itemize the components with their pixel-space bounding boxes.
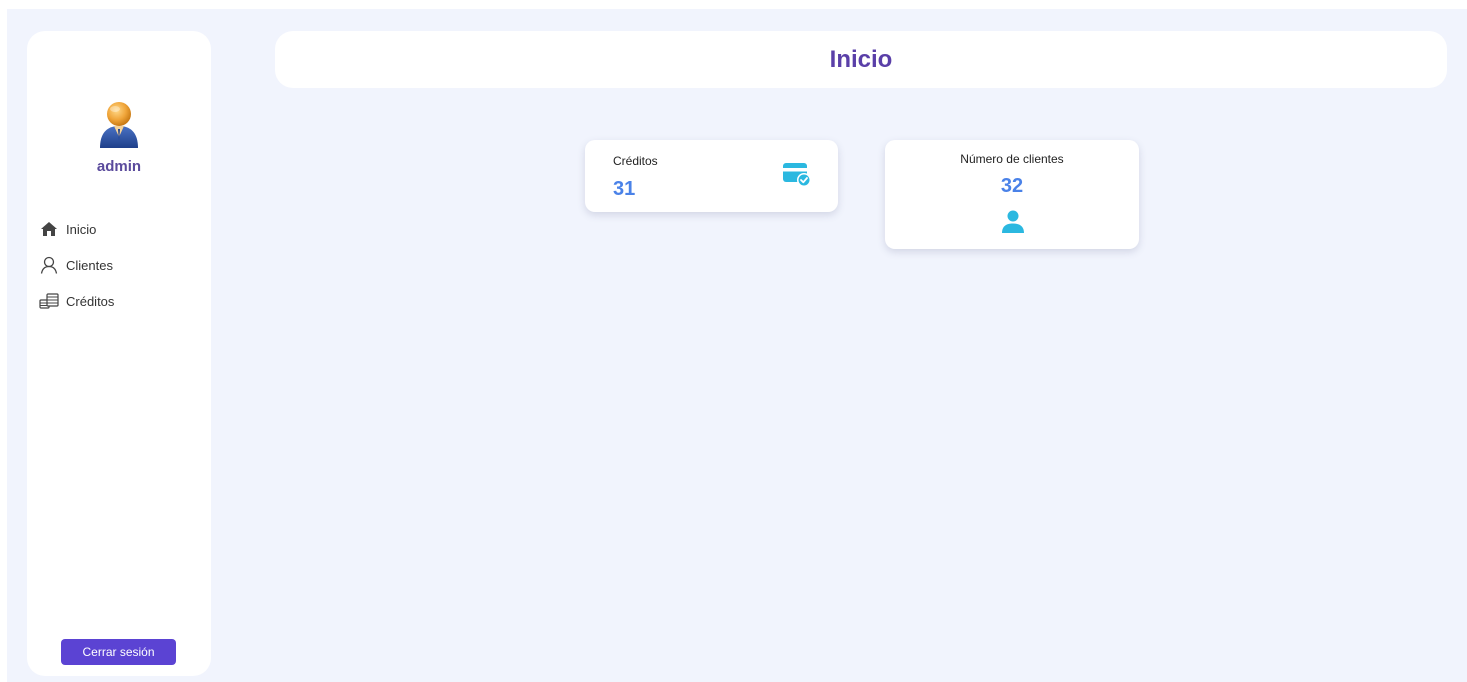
clientes-card: Número de clientes 32 bbox=[885, 140, 1139, 249]
user-avatar-icon bbox=[97, 101, 141, 149]
sidebar-item-label: Inicio bbox=[66, 221, 97, 237]
money-stack-icon bbox=[39, 291, 59, 311]
creditos-card-label: Créditos bbox=[613, 154, 658, 168]
clientes-card-label: Número de clientes bbox=[960, 152, 1064, 166]
page-title: Inicio bbox=[829, 45, 893, 73]
user-outline-icon bbox=[39, 255, 59, 275]
username-label: admin bbox=[96, 158, 142, 175]
person-icon bbox=[1002, 210, 1024, 234]
sidebar-nav: Inicio Clientes Créditos bbox=[39, 211, 209, 319]
page-header: Inicio bbox=[275, 31, 1447, 88]
creditos-card-value: 31 bbox=[613, 178, 636, 200]
creditos-card: Créditos 31 bbox=[585, 140, 838, 212]
sidebar-item-label: Clientes bbox=[66, 257, 113, 273]
sidebar: admin Inicio Clientes Créditos Cerrar se… bbox=[27, 31, 211, 676]
clientes-card-value: 32 bbox=[1000, 175, 1024, 197]
sidebar-item-label: Créditos bbox=[66, 293, 115, 309]
logout-button[interactable]: Cerrar sesión bbox=[61, 639, 176, 665]
sidebar-item-creditos[interactable]: Créditos bbox=[39, 283, 209, 319]
sidebar-item-inicio[interactable]: Inicio bbox=[39, 211, 209, 247]
credit-card-check-icon bbox=[782, 162, 812, 188]
app-background: admin Inicio Clientes Créditos Cerrar se… bbox=[7, 9, 1467, 682]
sidebar-item-clientes[interactable]: Clientes bbox=[39, 247, 209, 283]
home-icon bbox=[39, 219, 59, 239]
